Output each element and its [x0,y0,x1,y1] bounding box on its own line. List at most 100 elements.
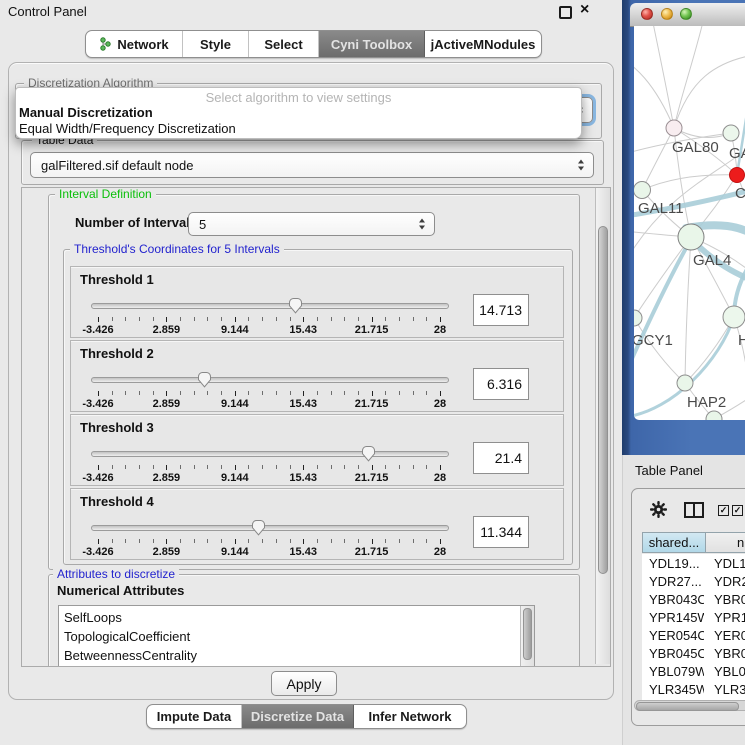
column-header-name[interactable]: n [706,533,745,552]
threshold-slider[interactable]: -3.4262.8599.14415.4321.71528 [91,369,449,411]
threshold-slider[interactable]: -3.4262.8599.14415.4321.71528 [91,517,449,559]
algorithm-option[interactable]: Manual Discretization [19,105,153,120]
cell-shared-name[interactable]: YBL079W [642,664,704,679]
table-row[interactable]: YPR145WYPR1 [642,608,745,626]
network-edge[interactable] [634,237,691,318]
float-window-icon[interactable] [559,6,572,19]
settings-scrollbar[interactable] [595,188,610,664]
threshold-slider[interactable]: -3.4262.8599.14415.4321.71528 [91,295,449,337]
threshold-panel: Threshold 4-3.4262.8599.14415.4321.71528… [70,488,564,560]
table-row[interactable]: YBR045CYBR0 [642,644,745,662]
zoom-traffic-light-icon[interactable] [680,8,692,20]
network-edge[interactable] [685,237,691,383]
slider-thumb[interactable] [288,297,303,314]
threshold-value-field[interactable]: 21.4 [473,442,529,474]
close-icon[interactable]: × [580,1,589,19]
slider-tick [235,539,236,544]
gal4-node[interactable] [678,224,704,250]
slider-tick [303,539,304,544]
network-window-titlebar[interactable] [630,3,745,27]
table-row[interactable]: YDL19...YDL1 [642,554,745,572]
network-edge[interactable] [685,317,734,383]
minimize-traffic-light-icon[interactable] [661,8,673,20]
cell-name[interactable]: YDL1 [704,556,745,571]
gal80-node[interactable] [666,120,682,136]
slider-tick [331,317,332,321]
split-view-icon[interactable] [684,502,704,518]
checked-checkbox-icon[interactable]: ✓ [718,505,729,516]
slider-tick [235,465,236,470]
cell-name[interactable]: YBR0 [704,592,745,607]
slider-thumb[interactable] [361,445,376,462]
cell-name[interactable]: YBL0 [704,664,745,679]
cell-name[interactable]: YPR1 [704,610,745,625]
tab-select[interactable]: Select [249,31,319,57]
gcy1-node[interactable] [634,310,642,326]
network-canvas[interactable]: GAL80GACGAL11GAL4GCY1HHAP2 [634,26,745,420]
network-edge[interactable] [634,318,685,383]
table-row[interactable]: YBL079WYBL0 [642,662,745,680]
slider-track[interactable] [91,525,449,531]
table-row[interactable]: YLR345WYLR3 [642,680,745,698]
table-hscrollbar-thumb[interactable] [636,702,739,711]
tab-cyni-toolbox[interactable]: Cyni Toolbox [319,31,425,57]
checked-checkbox-icon[interactable]: ✓ [732,505,743,516]
attributes-scrollbar-thumb[interactable] [523,608,532,660]
hap2-node[interactable] [677,375,693,391]
network-edge[interactable] [634,56,674,128]
network-edge[interactable] [642,175,737,190]
cut-node-right[interactable] [723,306,745,328]
cell-shared-name[interactable]: YBR043C [642,592,704,607]
network-edge[interactable] [674,26,704,128]
apply-button[interactable]: Apply [271,671,337,696]
cell-shared-name[interactable]: YBR045C [642,646,704,661]
cut-node-top-right[interactable] [723,125,739,141]
cell-name[interactable]: YER0 [704,628,745,643]
selected-red-node[interactable] [730,168,745,183]
threshold-value-field[interactable]: 11.344 [473,516,529,548]
network-edge[interactable] [652,26,674,128]
cell-name[interactable]: YLR3 [704,682,745,697]
slider-tick [372,391,373,396]
tab-style[interactable]: Style [183,31,249,57]
tab-jactivemnodules[interactable]: jActiveMNodules [425,31,541,57]
settings-scrollbar-thumb[interactable] [598,226,608,574]
slider-track[interactable] [91,303,449,309]
slider-thumb[interactable] [197,371,212,388]
tab-infer-network[interactable]: Infer Network [354,705,466,728]
column-header-shared-name[interactable]: shared... [643,533,706,552]
threshold-slider[interactable]: -3.4262.8599.14415.4321.71528 [91,443,449,485]
attribute-list-item[interactable]: TopologicalCoefficient [59,627,534,646]
table-data-combobox[interactable]: galFiltered.sif default node [30,152,594,178]
threshold-label: Threshold 1 [80,272,154,287]
gear-icon[interactable] [650,501,667,518]
attribute-list-item[interactable]: SelfLoops [59,608,534,627]
network-edge[interactable] [674,128,731,137]
network-edge[interactable] [674,54,745,128]
number-of-intervals-combobox[interactable]: 5 [188,212,435,236]
threshold-value-field[interactable]: 14.713 [473,294,529,326]
attribute-list-item[interactable]: BetweennessCentrality [59,646,534,665]
cell-shared-name[interactable]: YPR145W [642,610,704,625]
cell-name[interactable]: YBR0 [704,646,745,661]
slider-track[interactable] [91,377,449,383]
attributes-scrollbar[interactable] [520,606,534,667]
tab-impute-data[interactable]: Impute Data [147,705,242,728]
cell-shared-name[interactable]: YDR27... [642,574,704,589]
table-row[interactable]: YDR27...YDR2 [642,572,745,590]
table-horizontal-scrollbar[interactable] [634,700,745,711]
slider-thumb[interactable] [251,519,266,536]
cell-shared-name[interactable]: YDL19... [642,556,704,571]
tab-network[interactable]: Network [86,31,183,57]
threshold-value-field[interactable]: 6.316 [473,368,529,400]
tab-discretize-data[interactable]: Discretize Data [242,705,354,728]
table-row[interactable]: YBR043CYBR0 [642,590,745,608]
cell-shared-name[interactable]: YLR345W [642,682,704,697]
gal11-node[interactable] [634,182,651,199]
table-row[interactable]: YER054CYER0 [642,626,745,644]
cell-shared-name[interactable]: YER054C [642,628,704,643]
close-traffic-light-icon[interactable] [641,8,653,20]
cell-name[interactable]: YDR2 [704,574,745,589]
algorithm-option[interactable]: Equal Width/Frequency Discretization [19,121,236,136]
slider-track[interactable] [91,451,449,457]
